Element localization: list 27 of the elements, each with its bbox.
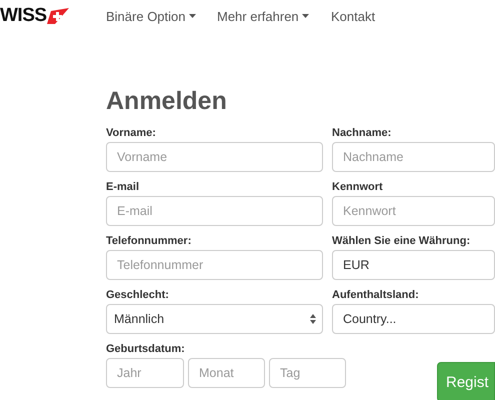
field-label: Geschlecht: [106, 289, 170, 303]
field-label: Geburtsdatum: [106, 343, 186, 357]
field-label: E-mail [106, 181, 140, 195]
input-field[interactable]: Telefonnummer [106, 250, 323, 280]
input-field[interactable]: Country... [332, 304, 495, 334]
nav-link[interactable]: Kontakt [331, 8, 376, 24]
field-label: Aufenthaltsland: [332, 289, 420, 303]
nav-link[interactable]: Mehr erfahren [217, 8, 331, 24]
form-title: Anmelden [106, 87, 228, 116]
field-label: Kennwort [332, 181, 384, 195]
input-field[interactable]: Vorname [106, 142, 323, 172]
nav-link[interactable]: Binäre Option [106, 8, 217, 24]
swiss-flag-icon [46, 8, 69, 24]
logo-text[interactable]: WISS [0, 5, 47, 27]
select-field[interactable]: Männlich [106, 304, 323, 334]
field-label: Telefonnummer: [106, 235, 192, 249]
input-field[interactable]: Kennwort [332, 196, 495, 226]
field-label: Nachname: [332, 127, 392, 141]
input-field[interactable]: E-mail [106, 196, 323, 226]
input-field[interactable]: Tag [269, 358, 346, 388]
field-label: Vorname: [106, 127, 157, 141]
input-field[interactable]: EUR [332, 250, 495, 280]
input-field[interactable]: Monat [188, 358, 265, 388]
input-field[interactable]: Nachname [332, 142, 495, 172]
field-label: Wählen Sie eine Währung: [332, 235, 472, 249]
input-field[interactable]: Jahr [106, 358, 184, 388]
up-down-arrows-icon [310, 314, 316, 324]
